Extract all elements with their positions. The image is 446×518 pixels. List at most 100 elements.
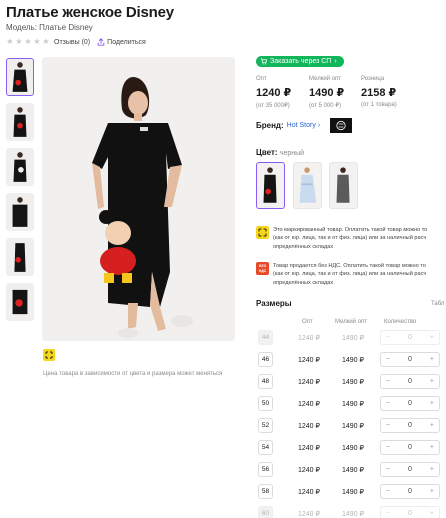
no-vat-icon: БЕЗ НДС xyxy=(256,262,269,275)
size-label: 50 xyxy=(258,396,273,411)
thumbnail-3[interactable] xyxy=(6,148,34,186)
swatch-image xyxy=(299,167,317,203)
share-button[interactable]: Поделиться xyxy=(97,38,146,46)
price-variation-note: Цена товара в зависимости от цвета и раз… xyxy=(43,371,223,377)
color-row: Цвет: черный xyxy=(256,148,304,157)
plus-icon[interactable]: + xyxy=(430,488,434,495)
price-label: Мелкий опт xyxy=(309,76,342,82)
brand-label: Бренд: xyxy=(256,121,284,130)
color-label: Цвет: xyxy=(256,148,278,157)
rating-stars: ★ ★ ★ ★ ★ xyxy=(6,38,50,46)
quantity-stepper[interactable]: − 0 + xyxy=(380,418,440,433)
plus-icon[interactable]: + xyxy=(430,444,434,451)
price-value: 1240 ₽ xyxy=(256,87,292,99)
plus-icon[interactable]: + xyxy=(430,378,434,385)
minus-icon[interactable]: − xyxy=(386,356,390,363)
thumbnail-2[interactable] xyxy=(6,103,34,141)
quantity-stepper[interactable]: − 0 + xyxy=(380,462,440,477)
size-price-small-opt: 1490 ₽ xyxy=(342,401,364,408)
quantity-stepper[interactable]: − 0 + xyxy=(380,440,440,455)
minus-icon[interactable]: − xyxy=(386,400,390,407)
thumbnail-6[interactable] xyxy=(6,283,34,321)
quantity-value: 0 xyxy=(408,334,412,341)
price-condition: (от 5 000 ₽) xyxy=(309,103,342,109)
quantity-stepper[interactable]: − 0 + xyxy=(380,374,440,389)
chevron-right-icon: › xyxy=(317,122,321,129)
quantity-stepper[interactable]: − 0 + xyxy=(380,352,440,367)
size-price-opt: 1240 ₽ xyxy=(298,357,320,364)
minus-icon[interactable]: − xyxy=(386,378,390,385)
price-value: 1490 ₽ xyxy=(309,87,345,99)
size-price-opt: 1240 ₽ xyxy=(298,335,320,342)
size-label: 44 xyxy=(258,330,273,345)
notice-line: (как от юр. лица, так и от физ. лица) ил… xyxy=(273,235,427,242)
thumbnail-1[interactable] xyxy=(6,58,34,96)
minus-icon[interactable]: − xyxy=(386,334,390,341)
size-label: 56 xyxy=(258,462,273,477)
notice-text: Товар продается без НДС. Оплатить такой … xyxy=(273,262,426,287)
size-price-small-opt: 1490 ₽ xyxy=(342,423,364,430)
plus-icon[interactable]: + xyxy=(430,510,434,517)
quantity-value: 0 xyxy=(408,400,412,407)
price-value: 2158 ₽ xyxy=(361,87,397,99)
thumbnail-4[interactable] xyxy=(6,193,34,231)
quantity-stepper[interactable]: − 0 + xyxy=(380,330,440,345)
minus-icon[interactable]: − xyxy=(386,466,390,473)
notice-line: Товар продается без НДС. Оплатить такой … xyxy=(273,263,426,269)
size-row: 56 1240 ₽ 1490 ₽ − 0 + xyxy=(256,460,446,480)
order-button-label: Заказать через СП xyxy=(270,58,332,65)
swatch-image xyxy=(336,167,350,203)
no-vat-notice: БЕЗ НДС Товар продается без НДС. Оплатит… xyxy=(256,262,446,287)
marking-notice: Это маркированный товар. Оплатить такой … xyxy=(256,226,446,251)
cart-icon xyxy=(260,58,267,65)
thumbnail-5[interactable] xyxy=(6,238,34,276)
size-price-small-opt: 1490 ₽ xyxy=(342,335,364,342)
minus-icon[interactable]: − xyxy=(386,444,390,451)
plus-icon[interactable]: + xyxy=(430,466,434,473)
quantity-value: 0 xyxy=(408,444,412,451)
size-row: 48 1240 ₽ 1490 ₽ − 0 + xyxy=(256,372,446,392)
plus-icon[interactable]: + xyxy=(430,400,434,407)
quantity-stepper[interactable]: − 0 + xyxy=(380,506,440,518)
minus-icon[interactable]: − xyxy=(386,510,390,517)
chevron-right-icon: › xyxy=(334,58,337,65)
page-title: Платье женское Disney xyxy=(6,4,174,21)
star-icon: ★ xyxy=(42,37,50,46)
minus-icon[interactable]: − xyxy=(386,488,390,495)
size-price-small-opt: 1490 ₽ xyxy=(342,379,364,386)
plus-icon[interactable]: + xyxy=(430,334,434,341)
brand-link[interactable]: Hot Story › xyxy=(287,122,320,129)
quantity-stepper[interactable]: − 0 + xyxy=(380,484,440,499)
price-wholesale: Опт 1240 ₽ (от 35 000₽) xyxy=(256,76,291,109)
size-price-opt: 1240 ₽ xyxy=(298,423,320,430)
swatch-light-blue[interactable] xyxy=(293,162,322,209)
order-via-sp-button[interactable]: Заказать через СП › xyxy=(256,56,344,67)
price-condition: (от 1 товара) xyxy=(361,102,397,108)
quantity-stepper[interactable]: − 0 + xyxy=(380,396,440,411)
plus-icon[interactable]: + xyxy=(430,356,434,363)
swatch-image xyxy=(263,167,277,203)
notice-line: определённых складах xyxy=(273,279,334,286)
main-product-photo[interactable] xyxy=(42,57,235,341)
quantity-value: 0 xyxy=(408,422,412,429)
column-header-small-opt: Мелкий опт xyxy=(335,319,368,325)
size-table-link[interactable]: Табл xyxy=(431,301,444,307)
size-row: 46 1240 ₽ 1490 ₽ − 0 + xyxy=(256,350,446,370)
size-row: 58 1240 ₽ 1490 ₽ − 0 + xyxy=(256,482,446,502)
quantity-value: 0 xyxy=(408,510,412,517)
share-icon xyxy=(97,38,105,46)
size-label: 46 xyxy=(258,352,273,367)
quantity-value: 0 xyxy=(408,356,412,363)
reviews-link[interactable]: Отзывы (0) xyxy=(54,39,90,46)
thumbnail-image xyxy=(13,107,27,137)
swatch-black[interactable] xyxy=(256,162,285,209)
size-price-opt: 1240 ₽ xyxy=(298,511,320,518)
plus-icon[interactable]: + xyxy=(430,422,434,429)
size-row: 44 1240 ₽ 1490 ₽ − 0 + xyxy=(256,328,446,348)
size-row: 60 1240 ₽ 1490 ₽ − 0 + xyxy=(256,504,446,518)
brand-logo[interactable] xyxy=(330,118,353,133)
size-price-small-opt: 1490 ₽ xyxy=(342,511,364,518)
swatch-gray[interactable] xyxy=(329,162,358,209)
minus-icon[interactable]: − xyxy=(386,422,390,429)
thumbnail-image xyxy=(12,289,28,315)
